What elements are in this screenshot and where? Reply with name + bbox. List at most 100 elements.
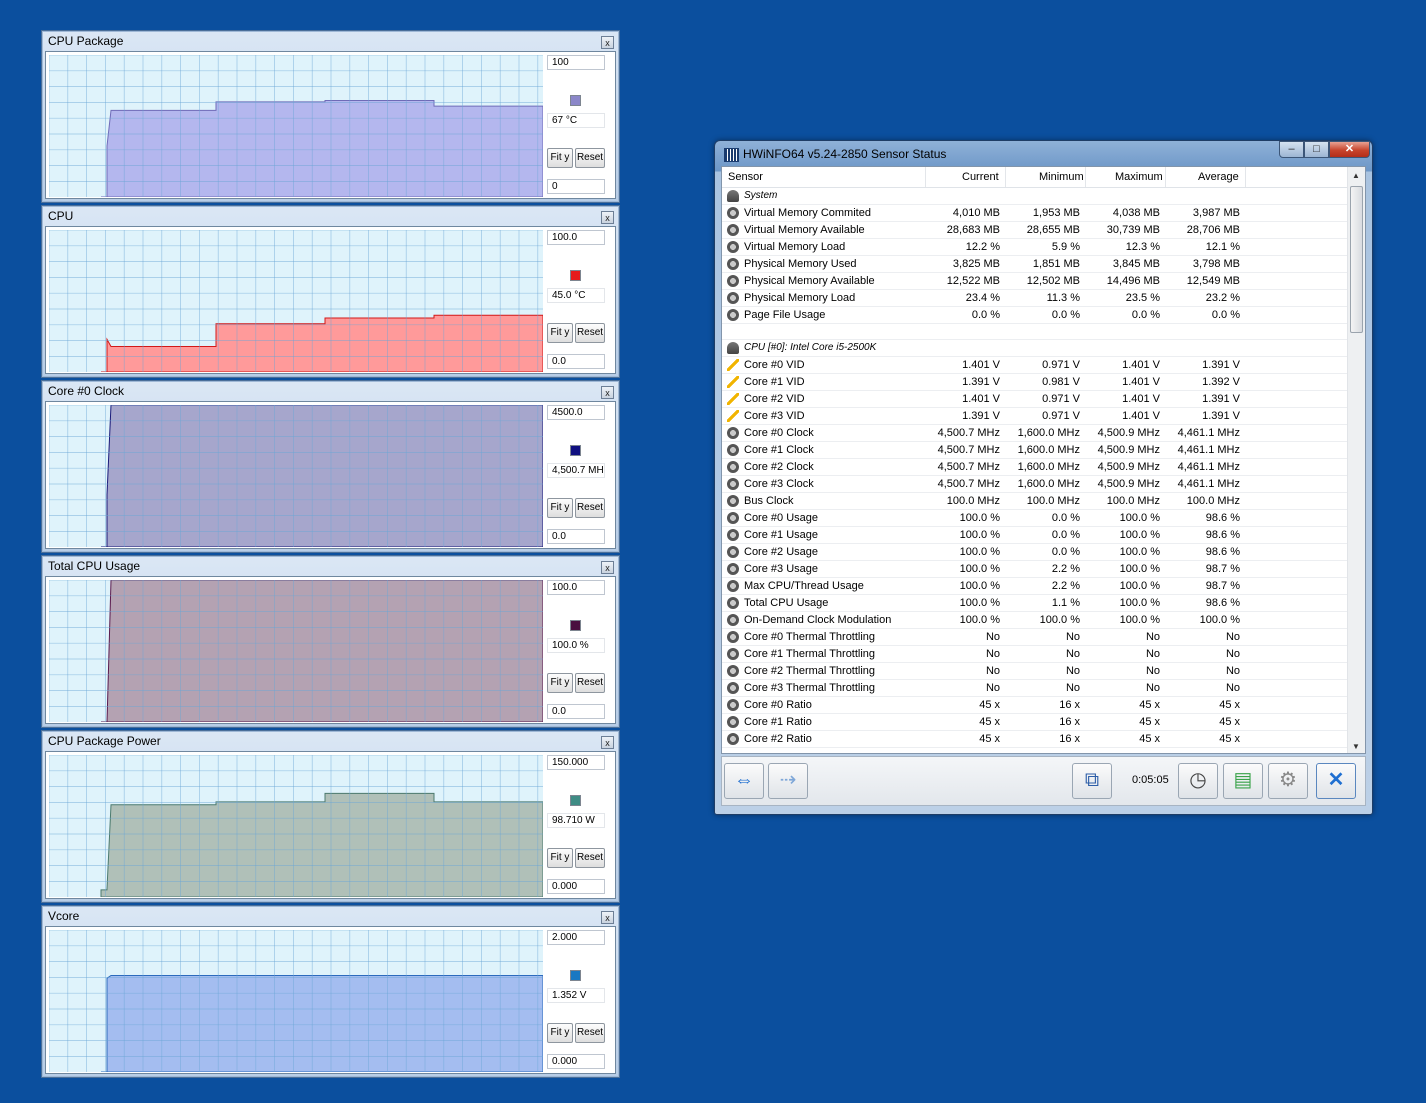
graph-min-value[interactable]: 0.000 (547, 879, 605, 894)
column-divider[interactable] (1165, 167, 1166, 187)
graph-min-value[interactable]: 0.000 (547, 1054, 605, 1069)
settings-icon[interactable]: ⚙ (1268, 763, 1308, 799)
table-row[interactable]: Core #2 Thermal Throttling No No No No (722, 663, 1348, 680)
graph-close-icon[interactable]: x (601, 386, 614, 399)
table-row[interactable]: Max CPU/Thread Usage 100.0 % 2.2 % 100.0 … (722, 578, 1348, 595)
reset-button[interactable]: Reset (575, 1023, 605, 1043)
collapse-arrows-icon[interactable]: ⇢ (768, 763, 808, 799)
series-color-swatch[interactable] (570, 445, 581, 456)
column-header-average[interactable]: Average (1198, 171, 1239, 183)
table-row[interactable]: Physical Memory Used 3,825 MB 1,851 MB 3,… (722, 256, 1348, 273)
table-row[interactable]: Physical Memory Available 12,522 MB 12,50… (722, 273, 1348, 290)
reset-button[interactable]: Reset (575, 148, 605, 168)
table-row[interactable]: Core #1 Thermal Throttling No No No No (722, 646, 1348, 663)
graph-window[interactable]: CPU Package x 100 67 °C Fit y Reset 0 (41, 30, 620, 203)
close-x-icon[interactable]: ✕ (1316, 763, 1356, 799)
table-row[interactable]: On-Demand Clock Modulation 100.0 % 100.0 … (722, 612, 1348, 629)
scroll-up-arrow-icon[interactable]: ▲ (1352, 171, 1360, 180)
scroll-down-arrow-icon[interactable]: ▼ (1352, 742, 1360, 751)
reset-button[interactable]: Reset (575, 848, 605, 868)
scrollbar-thumb[interactable] (1350, 186, 1363, 333)
column-header-sensor[interactable]: Sensor (728, 171, 763, 183)
graph-close-icon[interactable]: x (601, 561, 614, 574)
reset-button[interactable]: Reset (575, 323, 605, 343)
graph-max-value[interactable]: 2.000 (547, 930, 605, 945)
table-row[interactable]: Core #0 VID 1.401 V 0.971 V 1.401 V 1.391… (722, 357, 1348, 374)
table-row[interactable]: Core #0 Clock 4,500.7 MHz 1,600.0 MHz 4,5… (722, 425, 1348, 442)
fit-y-button[interactable]: Fit y (547, 323, 573, 343)
column-divider[interactable] (1085, 167, 1086, 187)
column-header-maximum[interactable]: Maximum (1115, 171, 1163, 183)
table-row[interactable]: Core #2 Usage 100.0 % 0.0 % 100.0 % 98.6 … (722, 544, 1348, 561)
add-report-icon[interactable]: ▤ (1223, 763, 1263, 799)
table-row[interactable]: Core #1 Usage 100.0 % 0.0 % 100.0 % 98.6 … (722, 527, 1348, 544)
graph-max-value[interactable]: 4500.0 (547, 405, 605, 420)
table-row[interactable]: Virtual Memory Load 12.2 % 5.9 % 12.3 % 1… (722, 239, 1348, 256)
graph-window[interactable]: Core #0 Clock x 4500.0 4,500.7 MHz Fit y… (41, 380, 620, 553)
table-row[interactable]: Core #0 Ratio 45 x 16 x 45 x 45 x (722, 697, 1348, 714)
current-value: No (985, 648, 1000, 660)
column-divider[interactable] (1005, 167, 1006, 187)
table-row[interactable]: Core #0 Usage 100.0 % 0.0 % 100.0 % 98.6 … (722, 510, 1348, 527)
table-row[interactable]: Total CPU Usage 100.0 % 1.1 % 100.0 % 98.… (722, 595, 1348, 612)
column-divider[interactable] (925, 167, 926, 187)
column-header-current[interactable]: Current (962, 171, 999, 183)
reset-button[interactable]: Reset (575, 673, 605, 693)
table-row[interactable]: Core #2 Ratio 45 x 16 x 45 x 45 x (722, 731, 1348, 748)
table-row[interactable]: Virtual Memory Available 28,683 MB 28,655… (722, 222, 1348, 239)
maximize-button[interactable]: □ (1304, 141, 1329, 158)
graph-min-value[interactable]: 0.0 (547, 529, 605, 544)
graph-window[interactable]: CPU x 100.0 45.0 °C Fit y Reset 0.0 (41, 205, 620, 378)
graph-min-value[interactable]: 0.0 (547, 354, 605, 369)
expand-arrows-icon[interactable]: ⇔ (724, 763, 764, 799)
table-row[interactable]: Core #2 VID 1.401 V 0.971 V 1.401 V 1.391… (722, 391, 1348, 408)
close-window-button[interactable]: ✕ (1329, 141, 1370, 158)
sensor-group-row[interactable]: CPU [#0]: Intel Core i5-2500K (722, 340, 1348, 357)
table-row[interactable]: Core #3 Thermal Throttling No No No No (722, 680, 1348, 697)
graph-max-value[interactable]: 100.0 (547, 230, 605, 245)
column-divider[interactable] (1245, 167, 1246, 187)
table-row[interactable]: Virtual Memory Commited 4,010 MB 1,953 MB… (722, 205, 1348, 222)
reset-button[interactable]: Reset (575, 498, 605, 518)
fit-y-button[interactable]: Fit y (547, 848, 573, 868)
table-row[interactable]: Core #3 Clock 4,500.7 MHz 1,600.0 MHz 4,5… (722, 476, 1348, 493)
fit-y-button[interactable]: Fit y (547, 148, 573, 168)
table-row[interactable]: Core #3 VID 1.391 V 0.971 V 1.401 V 1.391… (722, 408, 1348, 425)
table-row[interactable]: Bus Clock 100.0 MHz 100.0 MHz 100.0 MHz 1… (722, 493, 1348, 510)
graph-min-value[interactable]: 0.0 (547, 704, 605, 719)
table-row[interactable]: Core #0 Thermal Throttling No No No No (722, 629, 1348, 646)
fit-y-button[interactable]: Fit y (547, 1023, 573, 1043)
graph-window[interactable]: CPU Package Power x 150.000 98.710 W Fit… (41, 730, 620, 903)
sensor-group-row[interactable]: System (722, 188, 1348, 205)
table-row[interactable]: Core #1 VID 1.391 V 0.981 V 1.401 V 1.392… (722, 374, 1348, 391)
series-color-swatch[interactable] (570, 270, 581, 281)
minimize-button[interactable]: – (1279, 141, 1304, 158)
vertical-scrollbar[interactable]: ▲ ▼ (1347, 167, 1365, 753)
graph-close-icon[interactable]: x (601, 911, 614, 924)
series-color-swatch[interactable] (570, 970, 581, 981)
graph-close-icon[interactable]: x (601, 736, 614, 749)
clock-icon[interactable]: ◷ (1178, 763, 1218, 799)
graph-close-icon[interactable]: x (601, 36, 614, 49)
table-row[interactable]: Physical Memory Load 23.4 % 11.3 % 23.5 %… (722, 290, 1348, 307)
table-row[interactable]: Page File Usage 0.0 % 0.0 % 0.0 % 0.0 % (722, 307, 1348, 324)
fit-y-button[interactable]: Fit y (547, 673, 573, 693)
column-header-minimum[interactable]: Minimum (1039, 171, 1084, 183)
graph-window[interactable]: Total CPU Usage x 100.0 100.0 % Fit y Re… (41, 555, 620, 728)
graph-max-value[interactable]: 150.000 (547, 755, 605, 770)
graph-min-value[interactable]: 0 (547, 179, 605, 194)
series-color-swatch[interactable] (570, 620, 581, 631)
hwinfo-window[interactable]: HWiNFO64 v5.24-2850 Sensor Status – □ ✕ … (714, 140, 1373, 815)
graph-max-value[interactable]: 100.0 (547, 580, 605, 595)
graph-close-icon[interactable]: x (601, 211, 614, 224)
table-row[interactable]: Core #2 Clock 4,500.7 MHz 1,600.0 MHz 4,5… (722, 459, 1348, 476)
table-row[interactable]: Core #1 Clock 4,500.7 MHz 1,600.0 MHz 4,5… (722, 442, 1348, 459)
fit-y-button[interactable]: Fit y (547, 498, 573, 518)
graph-max-value[interactable]: 100 (547, 55, 605, 70)
graph-window[interactable]: Vcore x 2.000 1.352 V Fit y Reset 0.000 (41, 905, 620, 1078)
series-color-swatch[interactable] (570, 95, 581, 106)
table-row[interactable]: Core #3 Usage 100.0 % 2.2 % 100.0 % 98.7 … (722, 561, 1348, 578)
table-row[interactable]: Core #1 Ratio 45 x 16 x 45 x 45 x (722, 714, 1348, 731)
network-icon[interactable]: ⧉ (1072, 763, 1112, 799)
series-color-swatch[interactable] (570, 795, 581, 806)
